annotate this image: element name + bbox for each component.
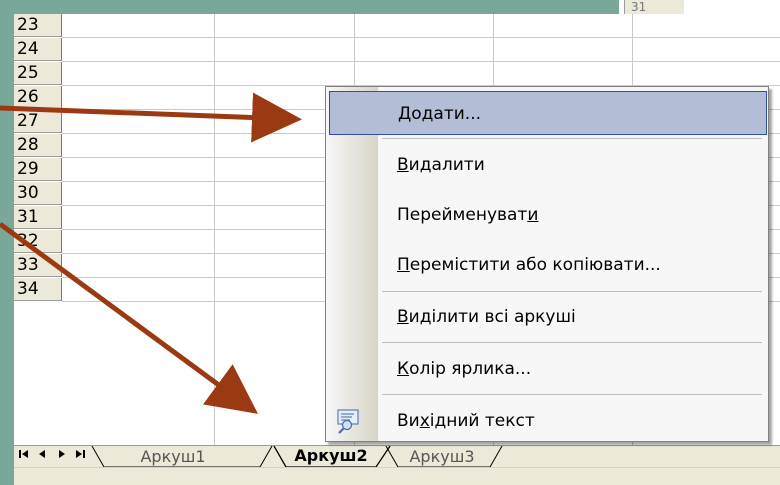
view-code-icon	[335, 408, 365, 434]
menu-item-tab-color[interactable]: Колір ярлика...	[329, 347, 767, 391]
menu-item-delete[interactable]: Видалити	[329, 143, 767, 187]
menu-item-label: Перемістити або копіювати...	[397, 255, 661, 275]
row-header[interactable]: 26	[14, 86, 62, 109]
grid-row: 25	[14, 62, 780, 86]
excel-window: 23 24 25 26 27 28 29 30 31 32 33 34 31 А…	[14, 0, 780, 485]
grid-row: 24	[14, 38, 780, 62]
menu-item-label: Додати...	[398, 104, 482, 124]
menu-separator	[382, 394, 762, 395]
grid-row: 23	[14, 14, 780, 38]
menu-item-rename[interactable]: Перейменувати	[329, 193, 767, 237]
row-header[interactable]: 33	[14, 254, 62, 277]
row-header[interactable]: 32	[14, 230, 62, 253]
row-header[interactable]: 29	[14, 158, 62, 181]
row-header[interactable]: 27	[14, 110, 62, 133]
menu-item-label: Виділити всі аркуші	[397, 307, 576, 327]
slide-background-strip	[14, 0, 619, 14]
menu-separator	[382, 291, 762, 292]
menu-item-select-all-sheets[interactable]: Виділити всі аркуші	[329, 295, 767, 339]
row-header[interactable]: 23	[14, 14, 62, 37]
menu-item-label: Колір ярлика...	[397, 359, 532, 379]
tab-sheet2[interactable]: Аркуш2	[282, 445, 380, 466]
tab-sheet3[interactable]: Аркуш3	[392, 446, 492, 467]
sheet-tab-context-menu: Додати... Видалити Перейменувати Переміс…	[325, 86, 769, 442]
menu-separator	[382, 342, 762, 343]
menu-item-label: Видалити	[397, 155, 485, 175]
row-cells[interactable]	[62, 14, 780, 38]
menu-item-label: Вихідний текст	[397, 411, 535, 431]
row-cells[interactable]	[62, 62, 780, 86]
column-divider	[214, 0, 215, 445]
row-header[interactable]: 30	[14, 182, 62, 205]
menu-item-view-code[interactable]: Вихідний текст	[329, 399, 767, 443]
partial-row-header: 31	[624, 0, 684, 14]
row-header[interactable]: 34	[14, 278, 62, 301]
row-header[interactable]: 25	[14, 62, 62, 85]
row-header[interactable]: 31	[14, 206, 62, 229]
sheet-tab-bar: Аркуш1 Аркуш2 Аркуш3	[14, 445, 780, 468]
menu-item-move-or-copy[interactable]: Перемістити або копіювати...	[329, 243, 767, 287]
row-header[interactable]: 28	[14, 134, 62, 157]
menu-separator	[382, 138, 762, 139]
row-header[interactable]: 24	[14, 38, 62, 61]
status-bar	[14, 467, 780, 485]
tab-sheet1[interactable]: Аркуш1	[98, 446, 248, 467]
menu-item-insert[interactable]: Додати...	[329, 91, 767, 135]
menu-item-label: Перейменувати	[397, 205, 539, 225]
row-cells[interactable]	[62, 38, 780, 62]
